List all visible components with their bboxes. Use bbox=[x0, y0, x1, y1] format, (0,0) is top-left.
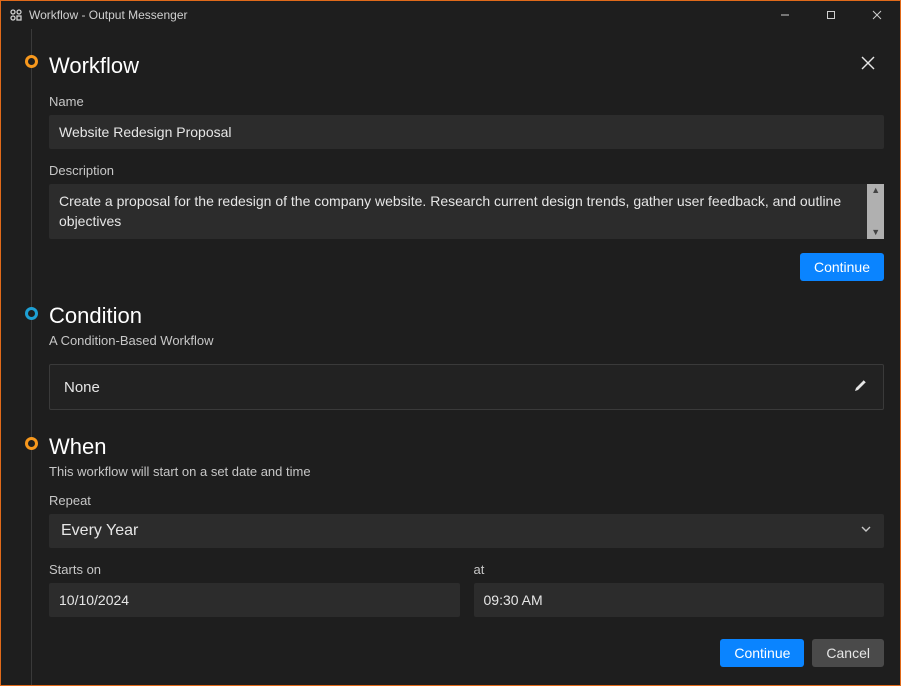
cancel-button[interactable]: Cancel bbox=[812, 639, 884, 667]
at-label: at bbox=[474, 562, 885, 577]
scroll-up-icon[interactable]: ▲ bbox=[871, 186, 880, 195]
app-icon bbox=[9, 8, 23, 22]
at-input[interactable] bbox=[474, 583, 885, 617]
name-input[interactable] bbox=[49, 115, 884, 149]
condition-heading: Condition bbox=[49, 303, 884, 329]
description-textarea[interactable] bbox=[49, 184, 867, 239]
workflow-node-icon bbox=[25, 55, 38, 68]
starts-on-label: Starts on bbox=[49, 562, 460, 577]
window-maximize-button[interactable] bbox=[808, 1, 854, 29]
window-minimize-button[interactable] bbox=[762, 1, 808, 29]
condition-value: None bbox=[64, 379, 100, 396]
timeline-line bbox=[31, 29, 32, 685]
when-sublabel: This workflow will start on a set date a… bbox=[49, 464, 884, 479]
window-close-button[interactable] bbox=[854, 1, 900, 29]
repeat-select[interactable]: Every Year bbox=[49, 514, 884, 548]
when-continue-button[interactable]: Continue bbox=[720, 639, 804, 667]
description-label: Description bbox=[49, 163, 884, 178]
workflow-continue-button[interactable]: Continue bbox=[800, 253, 884, 281]
close-icon[interactable] bbox=[856, 51, 880, 80]
scroll-down-icon[interactable]: ▼ bbox=[871, 228, 880, 237]
repeat-value: Every Year bbox=[61, 522, 138, 540]
when-heading: When bbox=[49, 434, 884, 460]
condition-box[interactable]: None bbox=[49, 364, 884, 410]
titlebar: Workflow - Output Messenger bbox=[1, 1, 900, 29]
condition-sublabel: A Condition-Based Workflow bbox=[49, 333, 884, 348]
workflow-heading: Workflow bbox=[49, 53, 139, 79]
edit-icon[interactable] bbox=[853, 377, 869, 398]
window-title: Workflow - Output Messenger bbox=[29, 8, 188, 22]
repeat-label: Repeat bbox=[49, 493, 884, 508]
name-label: Name bbox=[49, 94, 884, 109]
when-node-icon bbox=[25, 437, 38, 450]
condition-node-icon bbox=[25, 307, 38, 320]
textarea-scrollbar[interactable]: ▲ ▼ bbox=[867, 184, 884, 239]
chevron-down-icon bbox=[860, 522, 872, 540]
starts-on-input[interactable] bbox=[49, 583, 460, 617]
